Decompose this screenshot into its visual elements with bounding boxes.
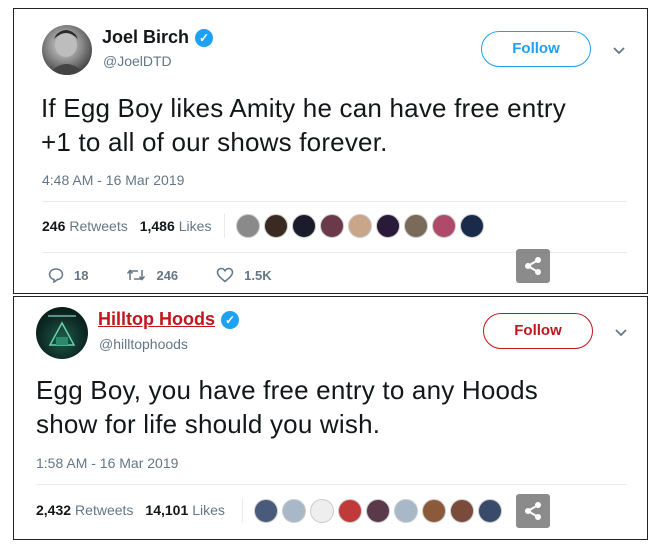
share-icon: [525, 257, 541, 275]
verified-badge-icon: ✓: [195, 28, 214, 47]
retweets-count[interactable]: 246: [42, 218, 65, 234]
likes-label[interactable]: Likes: [179, 218, 212, 234]
tweet-text-line-2: show for life should you wish.: [36, 409, 381, 439]
engagement-stats: 246 Retweets 1,486 Likes: [42, 218, 211, 234]
reply-button[interactable]: 18: [48, 267, 88, 283]
share-icon: [525, 502, 541, 520]
retweet-icon: [127, 269, 146, 281]
reply-icon: [48, 268, 64, 283]
user-handle[interactable]: @JoelDTD: [103, 53, 172, 69]
name-row: Joel Birch ✓: [102, 27, 214, 48]
tweet-card-joel-birch: Joel Birch ✓ @JoelDTD Follow If Egg Boy …: [13, 8, 648, 294]
timestamp[interactable]: 1:58 AM - 16 Mar 2019: [36, 455, 178, 471]
engagement-stats: 2,432 Retweets 14,101 Likes: [36, 502, 225, 518]
avatar[interactable]: [42, 25, 92, 75]
divider: [42, 201, 627, 202]
avatar-portrait-icon: [48, 30, 86, 75]
liker-avatar[interactable]: [310, 499, 334, 523]
liker-avatar[interactable]: [292, 214, 316, 238]
liker-avatar[interactable]: [320, 214, 344, 238]
liker-avatar[interactable]: [478, 499, 502, 523]
liker-avatar[interactable]: [366, 499, 390, 523]
reply-count: 18: [74, 267, 89, 283]
name-row: Hilltop Hoods ✓: [98, 309, 239, 330]
liker-avatar[interactable]: [432, 214, 456, 238]
stats-separator: [242, 499, 243, 523]
tweet-text-line-2: +1 to all of our shows forever.: [41, 127, 388, 157]
retweets-label[interactable]: Retweets: [69, 218, 127, 234]
liker-avatar[interactable]: [282, 499, 306, 523]
retweet-button[interactable]: 246: [126, 267, 178, 283]
tweet-text-line-1: Egg Boy, you have free entry to any Hood…: [36, 375, 539, 405]
user-handle[interactable]: @hilltophoods: [99, 336, 188, 352]
liker-avatar[interactable]: [264, 214, 288, 238]
band-logo-icon: [48, 315, 76, 346]
chevron-down-icon[interactable]: [614, 326, 628, 340]
follow-button[interactable]: Follow: [481, 31, 591, 67]
share-button[interactable]: [516, 494, 550, 528]
like-button[interactable]: 1.5K: [216, 267, 272, 283]
likes-label[interactable]: Likes: [192, 502, 225, 518]
display-name[interactable]: Hilltop Hoods: [98, 309, 215, 330]
liker-avatar[interactable]: [254, 499, 278, 523]
timestamp[interactable]: 4:48 AM - 16 Mar 2019: [42, 172, 184, 188]
liker-avatar[interactable]: [404, 214, 428, 238]
liker-avatar[interactable]: [394, 499, 418, 523]
liker-avatars: [236, 214, 484, 238]
chevron-down-icon[interactable]: [612, 44, 626, 58]
follow-button[interactable]: Follow: [483, 313, 593, 349]
retweet-count: 246: [156, 267, 179, 283]
like-count: 1.5K: [244, 267, 272, 283]
likes-count[interactable]: 14,101: [145, 502, 188, 518]
tweet-card-hilltop-hoods: Hilltop Hoods ✓ @hilltophoods Follow Egg…: [13, 296, 648, 540]
liker-avatar[interactable]: [376, 214, 400, 238]
liker-avatar[interactable]: [422, 499, 446, 523]
liker-avatar[interactable]: [450, 499, 474, 523]
liker-avatar[interactable]: [348, 214, 372, 238]
divider: [36, 484, 626, 485]
retweets-label[interactable]: Retweets: [75, 502, 133, 518]
heart-icon: [216, 267, 234, 283]
action-bar: 18 246 1.5K: [48, 267, 310, 283]
tweet-text-line-1: If Egg Boy likes Amity he can have free …: [41, 93, 566, 123]
liker-avatar[interactable]: [236, 214, 260, 238]
liker-avatar[interactable]: [460, 214, 484, 238]
retweets-count[interactable]: 2,432: [36, 502, 71, 518]
share-button[interactable]: [516, 249, 550, 283]
avatar[interactable]: [36, 307, 88, 359]
display-name[interactable]: Joel Birch: [102, 27, 189, 48]
liker-avatars: [254, 499, 502, 523]
verified-badge-icon: ✓: [220, 310, 239, 329]
liker-avatar[interactable]: [338, 499, 362, 523]
stats-separator: [224, 214, 225, 238]
likes-count[interactable]: 1,486: [140, 218, 175, 234]
